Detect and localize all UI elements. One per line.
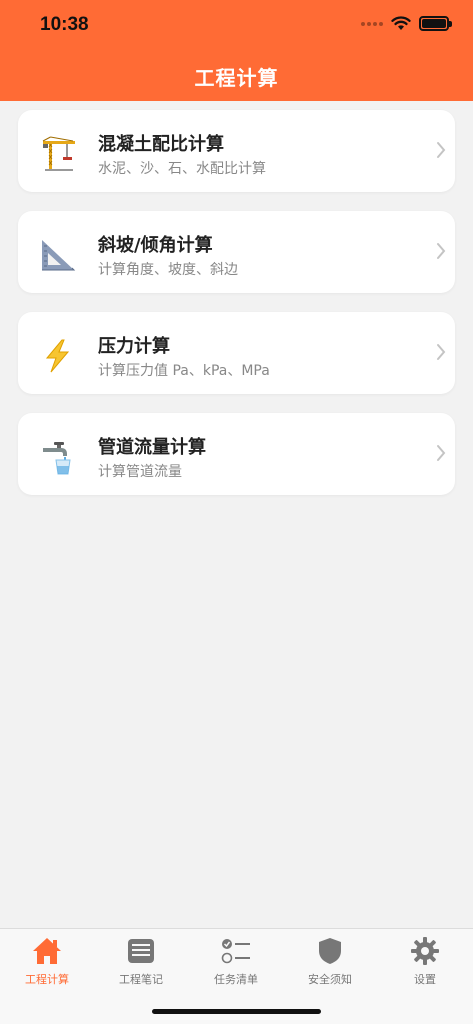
card-subtitle: 水泥、沙、石、水配比计算 (98, 161, 266, 177)
lightning-icon (38, 336, 78, 376)
signal-icon (361, 21, 383, 26)
shield-icon (283, 935, 377, 967)
card-pipe-flow[interactable]: 管道流量计算 计算管道流量 (18, 413, 455, 495)
page-title: 工程计算 (194, 66, 279, 90)
tab-label: 安全须知 (308, 973, 352, 986)
card-slope-angle[interactable]: 斜坡/倾角计算 计算角度、坡度、斜边 (18, 211, 455, 293)
chevron-right-icon (437, 344, 446, 360)
tab-label: 工程计算 (25, 973, 69, 986)
tab-settings[interactable]: 设置 (378, 935, 472, 987)
card-subtitle: 计算角度、坡度、斜边 (98, 262, 238, 278)
chevron-right-icon (437, 142, 446, 158)
card-subtitle: 计算管道流量 (98, 464, 182, 480)
crane-icon (38, 134, 78, 174)
card-title: 管道流量计算 (98, 437, 206, 458)
tab-engineering-notes[interactable]: 工程笔记 (94, 935, 188, 987)
tab-engineering-calc[interactable]: 工程计算 (0, 935, 94, 987)
checklist-icon (189, 935, 283, 967)
tab-task-list[interactable]: 任务清单 (189, 935, 283, 987)
chevron-right-icon (437, 445, 446, 461)
card-title: 混凝土配比计算 (98, 134, 224, 155)
tab-label: 设置 (414, 973, 436, 986)
tab-label: 工程笔记 (119, 973, 163, 986)
nav-header: 10:38 工程计算 (0, 0, 473, 101)
calculator-list: 混凝土配比计算 水泥、沙、石、水配比计算 斜坡/倾角计算 计算角度、坡度、斜边 … (18, 110, 455, 514)
tab-label: 任务清单 (214, 973, 258, 986)
card-concrete-mix[interactable]: 混凝土配比计算 水泥、沙、石、水配比计算 (18, 110, 455, 192)
tab-safety-notice[interactable]: 安全须知 (283, 935, 377, 987)
note-icon (94, 935, 188, 967)
home-indicator (152, 1009, 321, 1014)
card-pressure[interactable]: 压力计算 计算压力值 Pa、kPa、MPa (18, 312, 455, 394)
chevron-right-icon (437, 243, 446, 259)
home-icon (0, 935, 94, 967)
status-time: 10:38 (40, 14, 89, 35)
card-title: 压力计算 (98, 336, 170, 357)
card-subtitle: 计算压力值 Pa、kPa、MPa (98, 363, 270, 379)
gear-icon (378, 935, 472, 967)
card-title: 斜坡/倾角计算 (98, 235, 213, 256)
wifi-icon (391, 16, 411, 30)
status-indicators (361, 16, 452, 31)
triangle-ruler-icon (38, 235, 78, 275)
faucet-icon (38, 437, 78, 477)
battery-icon (419, 16, 452, 31)
